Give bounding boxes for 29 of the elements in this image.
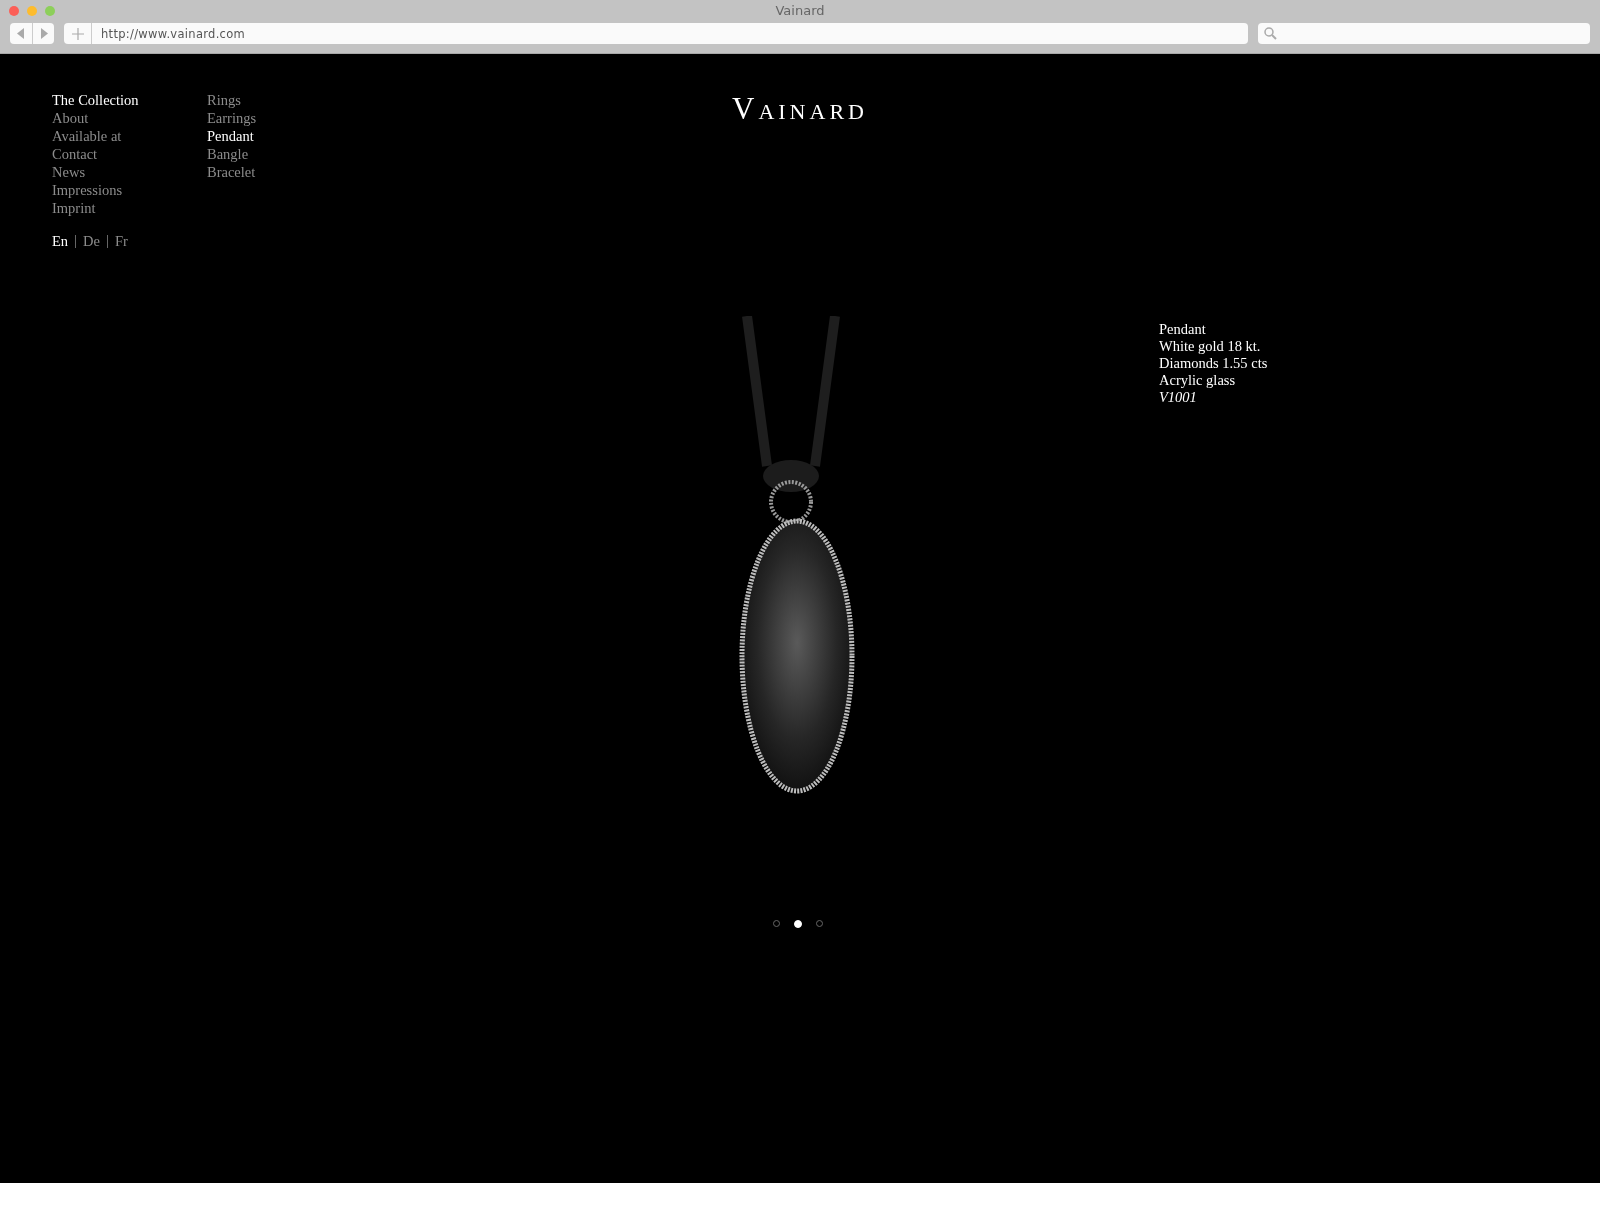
close-button[interactable] xyxy=(9,6,19,16)
nav-link[interactable]: Available at xyxy=(52,127,122,145)
product-detail: Acrylic glass xyxy=(1159,372,1236,389)
forward-icon xyxy=(39,28,48,39)
logo[interactable]: VAINARD xyxy=(732,91,868,127)
nav-link[interactable]: Rings xyxy=(207,91,241,109)
nav-link[interactable]: News xyxy=(52,163,86,181)
nav-link[interactable]: Earrings xyxy=(207,109,257,127)
nav-link[interactable]: Bracelet xyxy=(207,163,256,181)
search-field[interactable] xyxy=(1258,23,1590,44)
search-icon xyxy=(1264,27,1277,40)
nav-link[interactable]: About xyxy=(52,109,89,127)
product-detail: Diamonds 1.55 cts xyxy=(1159,355,1268,372)
nav-link[interactable]: Bangle xyxy=(207,145,249,163)
product-detail: White gold 18 kt. xyxy=(1159,338,1261,355)
nav-link[interactable]: Imprint xyxy=(52,199,96,217)
plus-icon xyxy=(71,27,84,40)
back-icon xyxy=(17,28,25,39)
product-code: V1001 xyxy=(1159,389,1197,406)
address-field[interactable]: http://www.vainard.com xyxy=(64,23,1248,44)
window-title: Vainard xyxy=(775,3,825,18)
nav-link[interactable]: Pendant xyxy=(207,127,254,145)
language-link[interactable]: En xyxy=(52,232,69,250)
language-link[interactable]: De xyxy=(83,232,101,250)
nav-link[interactable]: The Collection xyxy=(52,91,139,109)
product-detail: Pendant xyxy=(1159,321,1206,338)
language-link[interactable]: Fr xyxy=(115,232,128,250)
nav-link[interactable]: Impressions xyxy=(52,181,123,199)
nav-link[interactable]: Contact xyxy=(52,145,98,163)
